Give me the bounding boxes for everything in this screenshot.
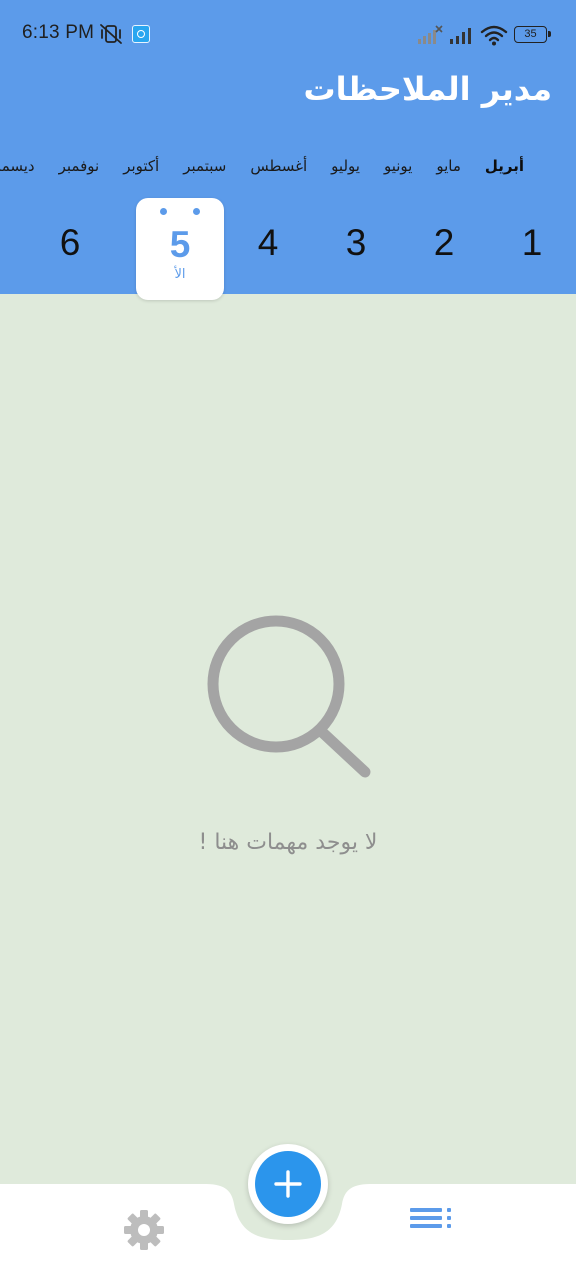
- add-task-button[interactable]: [248, 1144, 328, 1224]
- day-item-selected[interactable]: 5 الأ: [136, 198, 224, 300]
- day-number: 5: [169, 224, 191, 265]
- empty-state-message: لا يوجد مهمات هنا !: [198, 830, 378, 855]
- month-tab[interactable]: يونيو: [372, 152, 424, 180]
- app-title: مدير الملاحظات: [303, 70, 553, 108]
- month-tab[interactable]: سبتمبر: [171, 152, 238, 180]
- wifi-icon: [480, 25, 508, 46]
- status-bar: 6:13 PM 35: [0, 0, 576, 68]
- month-tab[interactable]: أغسطس: [238, 152, 319, 180]
- day-number: 4: [257, 222, 279, 263]
- day-item[interactable]: 6: [26, 198, 114, 300]
- month-tab[interactable]: يوليو: [319, 152, 372, 180]
- signal-off-icon: [418, 25, 443, 44]
- app-header: 6:13 PM 35 مدير الملاحظات أبريل مايو يون…: [0, 0, 576, 300]
- day-selector: 1 2 3 4 5 الأ 6: [0, 198, 576, 302]
- month-tab[interactable]: أبريل: [473, 152, 536, 180]
- fab-circle: [255, 1151, 321, 1217]
- day-item[interactable]: 3: [312, 198, 400, 300]
- month-selector: أبريل مايو يونيو يوليو أغسطس سبتمبر أكتو…: [0, 152, 536, 180]
- day-number: 1: [521, 222, 543, 263]
- calendar-rings-icon: [160, 208, 200, 216]
- month-tab[interactable]: أكتوبر: [111, 152, 171, 180]
- month-tab[interactable]: ديسمبر: [0, 152, 47, 180]
- status-time: 6:13 PM: [22, 22, 95, 43]
- signal-icon: [450, 28, 471, 44]
- settings-icon[interactable]: [120, 1206, 168, 1254]
- day-number: 3: [345, 222, 367, 263]
- list-icon[interactable]: [406, 1200, 456, 1240]
- add-icon: [274, 1170, 302, 1198]
- vibrate-off-icon: [100, 24, 122, 44]
- day-number: 2: [433, 222, 455, 263]
- app-notification-icon: [132, 25, 150, 43]
- day-weekday: الأ: [174, 267, 186, 282]
- day-item[interactable]: 4: [224, 198, 312, 300]
- battery-icon: 35: [514, 26, 551, 43]
- day-item[interactable]: 2: [400, 198, 488, 300]
- search-icon: [207, 615, 371, 778]
- month-tab[interactable]: مايو: [424, 152, 473, 180]
- month-tab[interactable]: نوفمبر: [47, 152, 112, 180]
- day-item[interactable]: 1: [488, 198, 576, 300]
- day-number: 6: [59, 222, 81, 263]
